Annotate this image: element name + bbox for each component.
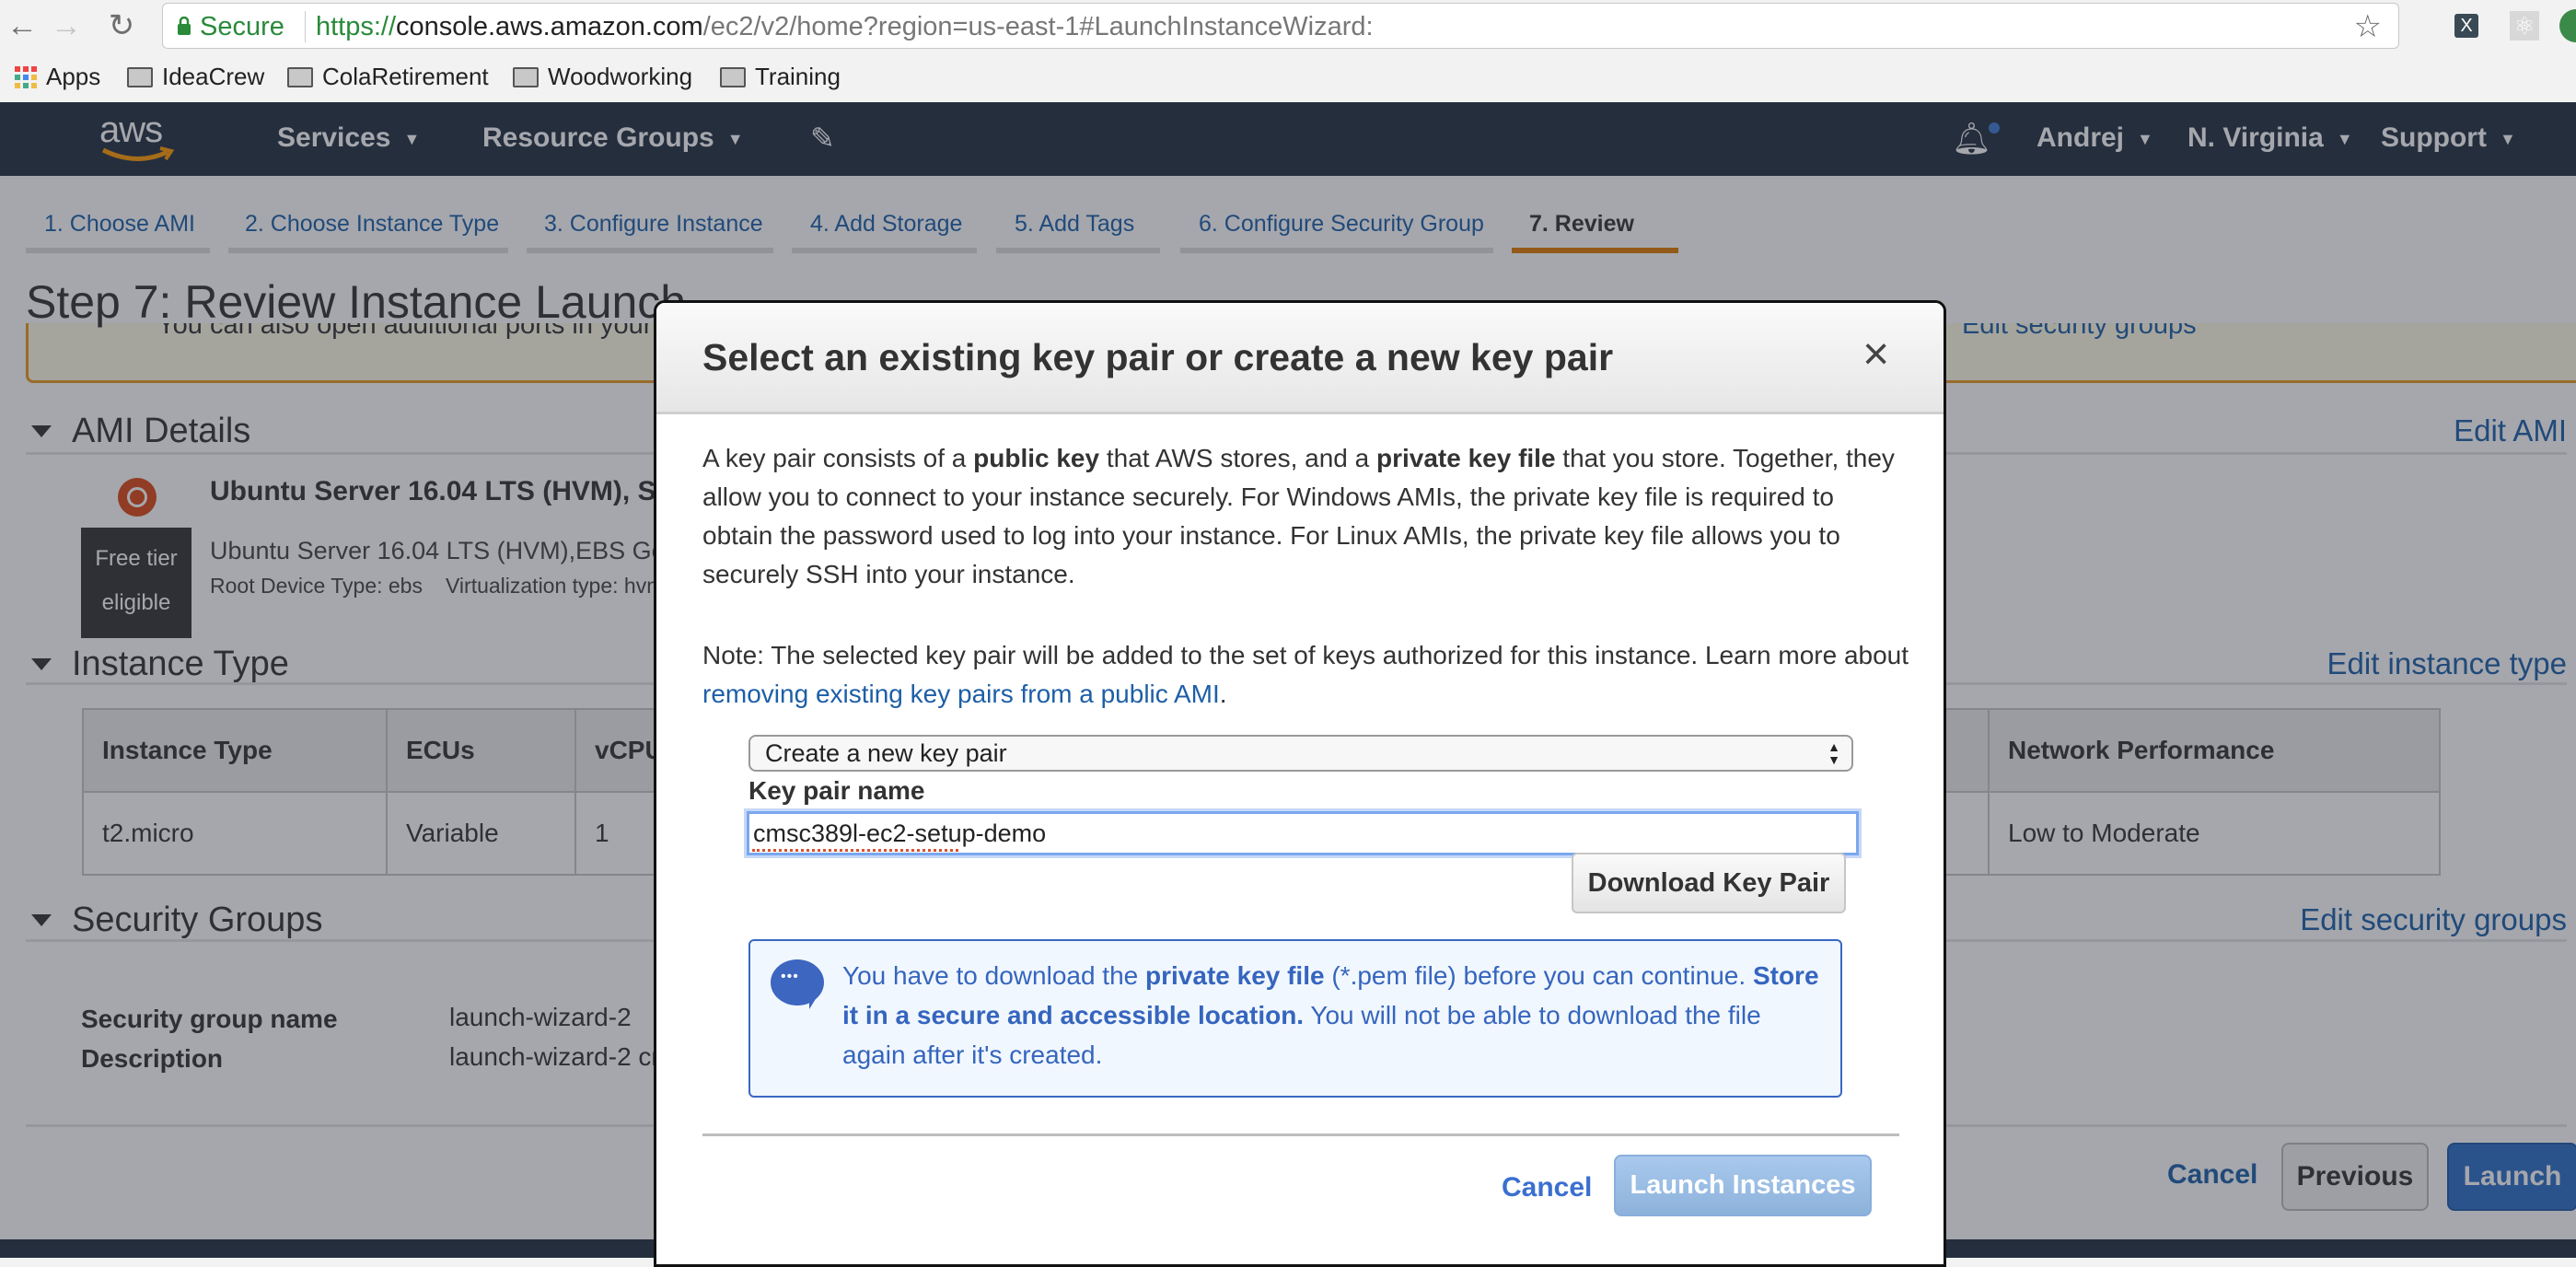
folder-icon [720, 66, 746, 87]
bookmark-ideacrew[interactable]: IdeaCrew [127, 63, 264, 91]
modal-header: Select an existing key pair or create a … [656, 303, 1944, 414]
bookmark-label: Woodworking [548, 63, 693, 90]
text-bold: public key [973, 444, 1100, 472]
download-key-pair-button[interactable]: Download Key Pair [1572, 853, 1846, 913]
back-arrow-icon[interactable]: ← [4, 7, 41, 44]
url-scheme: https:// [316, 12, 397, 41]
address-bar[interactable]: Secure https://console.aws.amazon.com/ec… [162, 3, 2399, 49]
bookmark-label: ColaRetirement [322, 63, 489, 90]
url-host: console.aws.amazon.com [396, 12, 703, 41]
key-pair-modal: Select an existing key pair or create a … [654, 300, 1946, 1267]
bookmark-training[interactable]: Training [720, 63, 841, 91]
browser-toolbar: ← → ↻ Secure https://console.aws.amazon.… [0, 0, 2576, 54]
text: that AWS stores, and a [1099, 444, 1376, 472]
lock-icon [178, 16, 191, 35]
modal-note-text: Note: The selected key pair will be adde… [702, 636, 1909, 714]
modal-intro-text: A key pair consists of a public key that… [702, 439, 1909, 594]
text-bold: private key file [1375, 444, 1556, 472]
key-pair-name-label: Key pair name [748, 776, 925, 805]
url-path: /ec2/v2/home?region=us-east-1#LaunchInst… [702, 12, 1374, 41]
select-arrows-icon: ▲ ▼ [1828, 739, 1840, 767]
close-icon[interactable]: × [1862, 331, 1889, 377]
select-value: Create a new key pair [765, 739, 1007, 767]
extension-green-icon[interactable] [2559, 9, 2576, 42]
forward-arrow-icon[interactable]: → [48, 7, 85, 44]
divider [305, 11, 306, 42]
secure-label: Secure [200, 12, 284, 41]
remove-key-pairs-link[interactable]: removing existing key pairs from a publi… [702, 680, 1220, 708]
bookmark-label: IdeaCrew [162, 63, 265, 90]
folder-icon [127, 66, 153, 87]
key-pair-option-select[interactable]: Create a new key pair ▲ ▼ [748, 735, 1853, 772]
info-text: You have to download the private key fil… [842, 956, 1828, 1075]
text: You have to download the [842, 961, 1146, 990]
modal-title: Select an existing key pair or create a … [702, 336, 1614, 378]
chat-bubble-icon [771, 959, 824, 1009]
folder-icon [287, 66, 313, 87]
launch-instances-button[interactable]: Launch Instances [1614, 1155, 1872, 1216]
extension-x-icon[interactable]: X [2454, 14, 2478, 38]
bookmark-label: Apps [46, 63, 101, 90]
divider [702, 1133, 1899, 1136]
spellcheck-underline [752, 846, 958, 852]
bookmark-star-icon[interactable]: ☆ [2354, 8, 2382, 45]
bookmark-colaretirement[interactable]: ColaRetirement [287, 63, 489, 91]
url-text[interactable]: https://console.aws.amazon.com/ec2/v2/ho… [316, 12, 1374, 42]
folder-icon [513, 66, 539, 87]
text: A key pair consists of a [702, 444, 974, 472]
modal-cancel-button[interactable]: Cancel [1502, 1172, 1592, 1203]
text: Note: The selected key pair will be adde… [702, 641, 1909, 669]
extension-react-icon[interactable]: ⚛ [2510, 11, 2539, 41]
text: (*.pem file) before you can continue. [1324, 961, 1753, 990]
reload-icon[interactable]: ↻ [103, 7, 140, 44]
text: . [1219, 680, 1227, 708]
bookmark-label: Training [755, 63, 841, 90]
text-bold: private key file [1145, 961, 1325, 990]
bookmark-woodworking[interactable]: Woodworking [513, 63, 692, 91]
bookmark-apps[interactable]: Apps [15, 63, 100, 91]
bookmarks-bar: Apps IdeaCrew ColaRetirement Woodworking… [0, 54, 2576, 102]
info-message-box: You have to download the private key fil… [748, 939, 1842, 1098]
apps-grid-icon [15, 65, 37, 88]
